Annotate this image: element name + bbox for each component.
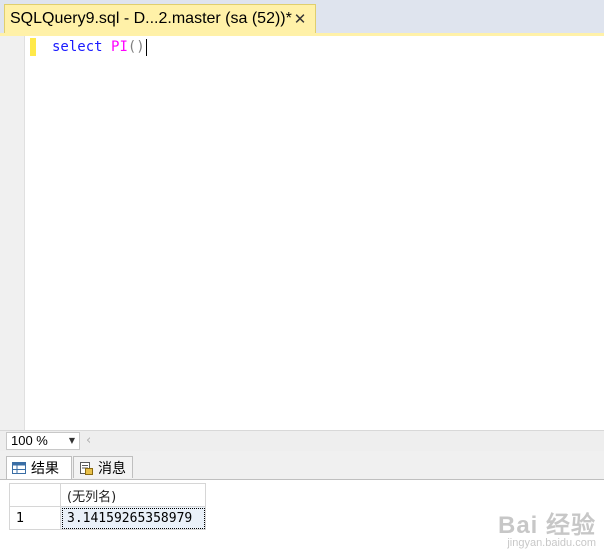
result-tabs: 结果 消息 — [0, 451, 604, 479]
document-tab-title: SQLQuery9.sql - D...2.master (sa (52))* — [10, 10, 292, 27]
change-marker — [30, 38, 36, 56]
text-caret — [145, 38, 147, 56]
chevron-down-icon: ▼ — [68, 436, 75, 445]
results-pane: (无列名) 1 3.14159265358979 Bai 经验 jingyan.… — [0, 479, 604, 559]
column-header[interactable]: (无列名) — [60, 483, 206, 507]
editor-gutter — [0, 36, 25, 430]
zoom-bar: 100 % ▼ ‹ — [0, 430, 604, 451]
zoom-select[interactable]: 100 % ▼ — [6, 432, 80, 450]
watermark-brand: Bai 经验 — [497, 512, 596, 539]
result-cell[interactable]: 3.14159265358979 — [60, 506, 206, 530]
tab-messages-label: 消息 — [98, 460, 126, 477]
code-line[interactable]: select PI() — [52, 38, 147, 56]
scroll-left-icon[interactable]: ‹ — [86, 432, 91, 450]
table-row[interactable]: 1 3.14159265358979 — [9, 506, 206, 530]
messages-icon — [79, 461, 93, 475]
grid-header-row: (无列名) — [9, 483, 206, 507]
results-grid[interactable]: (无列名) 1 3.14159265358979 — [9, 483, 206, 530]
sql-keyword: select — [52, 39, 103, 55]
sql-function: PI — [111, 39, 128, 55]
row-number[interactable]: 1 — [9, 506, 61, 530]
query-editor[interactable]: select PI() — [0, 36, 604, 430]
row-number-header[interactable] — [9, 483, 61, 507]
tab-messages[interactable]: 消息 — [73, 456, 133, 478]
close-icon[interactable]: ✕ — [291, 10, 309, 28]
tab-results-label: 结果 — [31, 461, 59, 477]
zoom-value: 100 % — [11, 433, 48, 448]
sql-parens: () — [127, 39, 145, 55]
document-tab[interactable]: SQLQuery9.sql - D...2.master (sa (52))* … — [4, 4, 316, 33]
watermark: Bai 经验 jingyan.baidu.com — [498, 505, 596, 549]
watermark-sub: jingyan.baidu.com — [507, 537, 596, 549]
tab-results[interactable]: 结果 — [6, 456, 72, 479]
grid-icon — [12, 462, 26, 474]
